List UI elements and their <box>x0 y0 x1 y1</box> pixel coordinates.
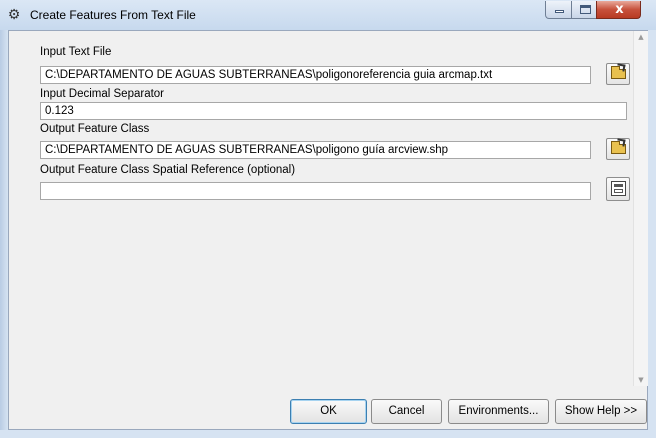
show-help-button[interactable]: Show Help >> <box>555 399 647 424</box>
scroll-down-arrow-icon[interactable]: ▼ <box>634 376 648 384</box>
close-icon: x <box>615 2 624 17</box>
ok-button[interactable]: OK <box>290 399 367 424</box>
tool-icon: ⚙ <box>7 7 21 23</box>
vertical-scrollbar[interactable]: ▲ ▼ <box>633 31 648 386</box>
minimize-button[interactable] <box>545 1 572 19</box>
maximize-icon <box>580 5 591 14</box>
close-button[interactable]: x <box>596 1 641 19</box>
spatial-reference-properties-button[interactable] <box>606 177 630 201</box>
output-feature-class-label: Output Feature Class <box>40 123 150 135</box>
title-bar[interactable]: ⚙ Create Features From Text File x <box>0 0 656 30</box>
spatial-reference-field[interactable] <box>40 182 591 200</box>
dialog-client-area: Input Text File C:\DEPARTAMENTO DE AGUAS… <box>8 30 648 430</box>
scroll-up-arrow-icon[interactable]: ▲ <box>634 33 648 41</box>
parameters-panel: Input Text File C:\DEPARTAMENTO DE AGUAS… <box>9 31 631 386</box>
spatial-reference-label: Output Feature Class Spatial Reference (… <box>40 164 296 176</box>
window-bottom-border <box>0 430 656 438</box>
spatial-reference-properties-icon <box>611 181 626 196</box>
output-feature-class-browse-button[interactable] <box>606 138 630 160</box>
open-folder-icon <box>611 66 626 79</box>
input-decimal-separator-label: Input Decimal Separator <box>40 88 165 100</box>
minimize-icon <box>555 10 564 13</box>
window-title: Create Features From Text File <box>30 8 196 22</box>
cancel-button[interactable]: Cancel <box>371 399 442 424</box>
environments-button[interactable]: Environments... <box>448 399 549 424</box>
dialog-window: ⚙ Create Features From Text File x Input… <box>0 0 656 438</box>
output-feature-class-field[interactable]: C:\DEPARTAMENTO DE AGUAS SUBTERRANEAS\po… <box>40 141 591 159</box>
input-decimal-separator-field[interactable]: 0.123 <box>40 102 627 120</box>
input-text-file-browse-button[interactable] <box>606 63 630 85</box>
maximize-button[interactable] <box>571 1 597 19</box>
window-left-border <box>0 30 8 438</box>
input-text-file-field[interactable]: C:\DEPARTAMENTO DE AGUAS SUBTERRANEAS\po… <box>40 66 591 84</box>
open-folder-icon <box>611 141 626 154</box>
input-text-file-label: Input Text File <box>40 46 112 58</box>
